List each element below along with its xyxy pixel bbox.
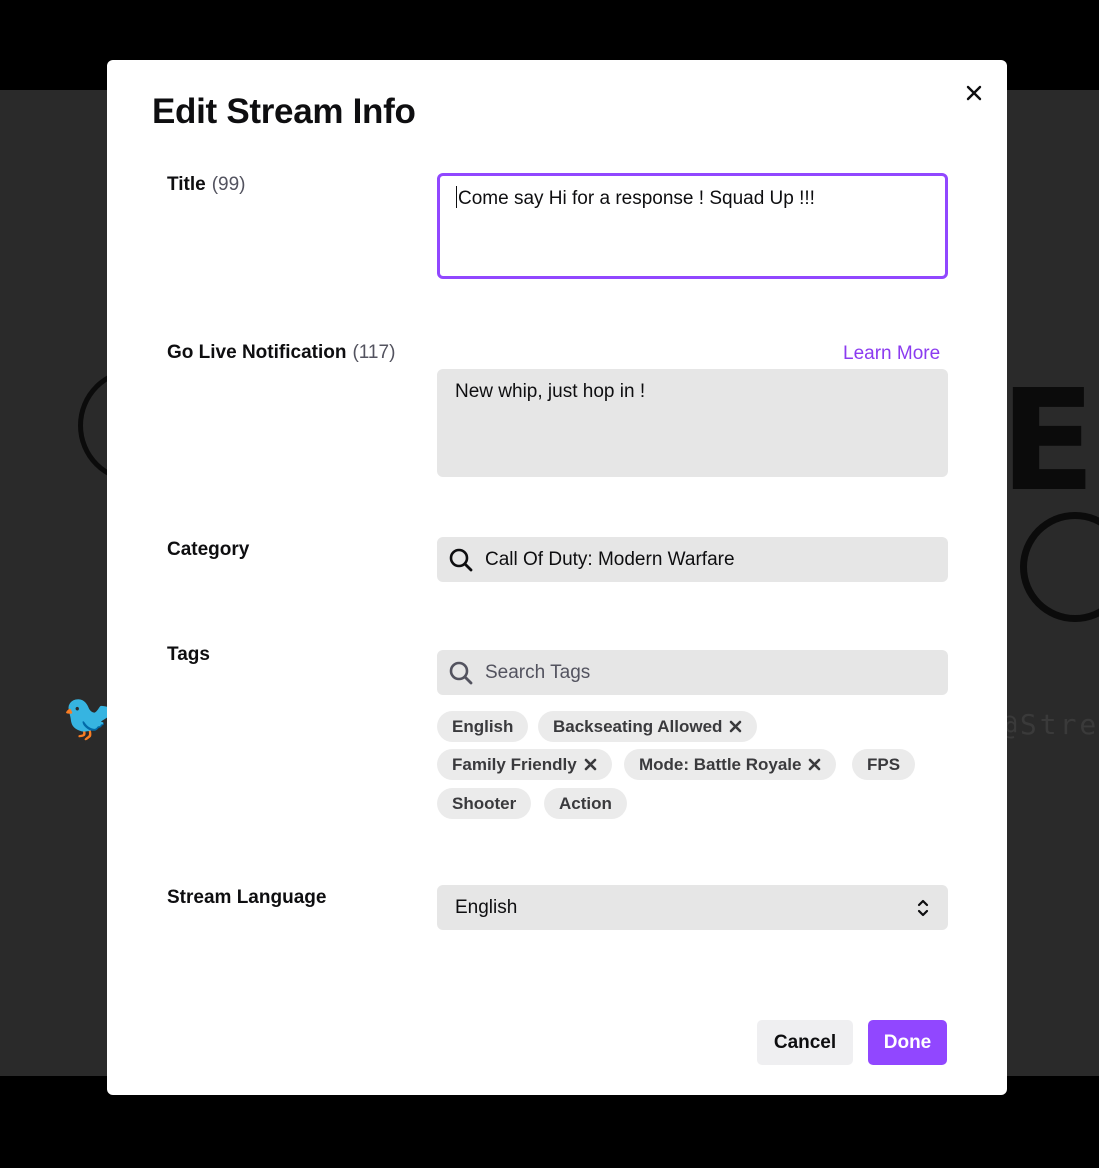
- tag-chip[interactable]: Action: [544, 788, 627, 819]
- remove-tag-icon[interactable]: [729, 720, 742, 733]
- search-icon: [437, 660, 485, 686]
- title-input[interactable]: Come say Hi for a response ! Squad Up !!…: [437, 173, 948, 279]
- tag-label: Mode: Battle Royale: [639, 754, 802, 774]
- tag-label: English: [452, 716, 514, 736]
- tag-chip[interactable]: Shooter: [437, 788, 532, 819]
- stream-language-label: Stream Language: [167, 887, 327, 908]
- remove-tag-icon[interactable]: [584, 758, 597, 771]
- tag-chip[interactable]: Mode: Battle Royale: [624, 749, 837, 780]
- notification-label-text: Go Live Notification: [167, 342, 347, 363]
- remove-tag-icon[interactable]: [808, 758, 821, 771]
- tag-chip[interactable]: Backseating Allowed: [538, 711, 758, 742]
- category-value: Call Of Duty: Modern Warfare: [485, 548, 735, 570]
- tags-label: Tags: [167, 644, 210, 665]
- notification-input[interactable]: New whip, just hop in !: [437, 369, 948, 477]
- background-letter: E: [1000, 360, 1096, 523]
- notification-char-count: (117): [352, 342, 396, 363]
- tag-label: Shooter: [452, 793, 517, 813]
- stream-language-value: English: [455, 896, 518, 918]
- select-arrows-icon: [916, 896, 930, 920]
- tag-label: Action: [559, 793, 612, 813]
- learn-more-link[interactable]: Learn More: [843, 343, 940, 365]
- close-button[interactable]: [959, 78, 989, 108]
- tag-label: Backseating Allowed: [553, 716, 723, 736]
- tag-chip[interactable]: English: [437, 711, 529, 742]
- title-input-value: Come say Hi for a response ! Squad Up !!…: [458, 188, 815, 209]
- tag-label: Family Friendly: [452, 754, 577, 774]
- background-handle: @Stre: [1000, 708, 1099, 741]
- tags-search-placeholder: Search Tags: [485, 661, 591, 683]
- search-icon: [437, 547, 485, 573]
- notification-label: Go Live Notification (117): [167, 342, 395, 364]
- category-search-input[interactable]: Call Of Duty: Modern Warfare: [437, 537, 948, 582]
- category-label: Category: [167, 539, 250, 560]
- tags-search-input[interactable]: Search Tags: [437, 650, 948, 695]
- title-label-text: Title: [167, 174, 206, 195]
- done-button[interactable]: Done: [868, 1020, 947, 1065]
- title-char-count: (99): [211, 174, 246, 195]
- tag-chip[interactable]: FPS: [852, 749, 916, 780]
- edit-stream-info-modal: Edit Stream Info Title (99) Come say Hi f…: [107, 60, 1007, 1095]
- close-icon: [966, 85, 982, 101]
- title-label: Title (99): [167, 174, 246, 196]
- tag-chip[interactable]: Family Friendly: [437, 749, 612, 780]
- tag-label: FPS: [867, 754, 901, 774]
- stream-language-select[interactable]: English: [437, 885, 948, 930]
- text-caret: [456, 186, 457, 208]
- notification-input-value: New whip, just hop in !: [455, 381, 646, 402]
- cancel-button[interactable]: Cancel: [757, 1020, 853, 1065]
- modal-title: Edit Stream Info: [152, 92, 416, 131]
